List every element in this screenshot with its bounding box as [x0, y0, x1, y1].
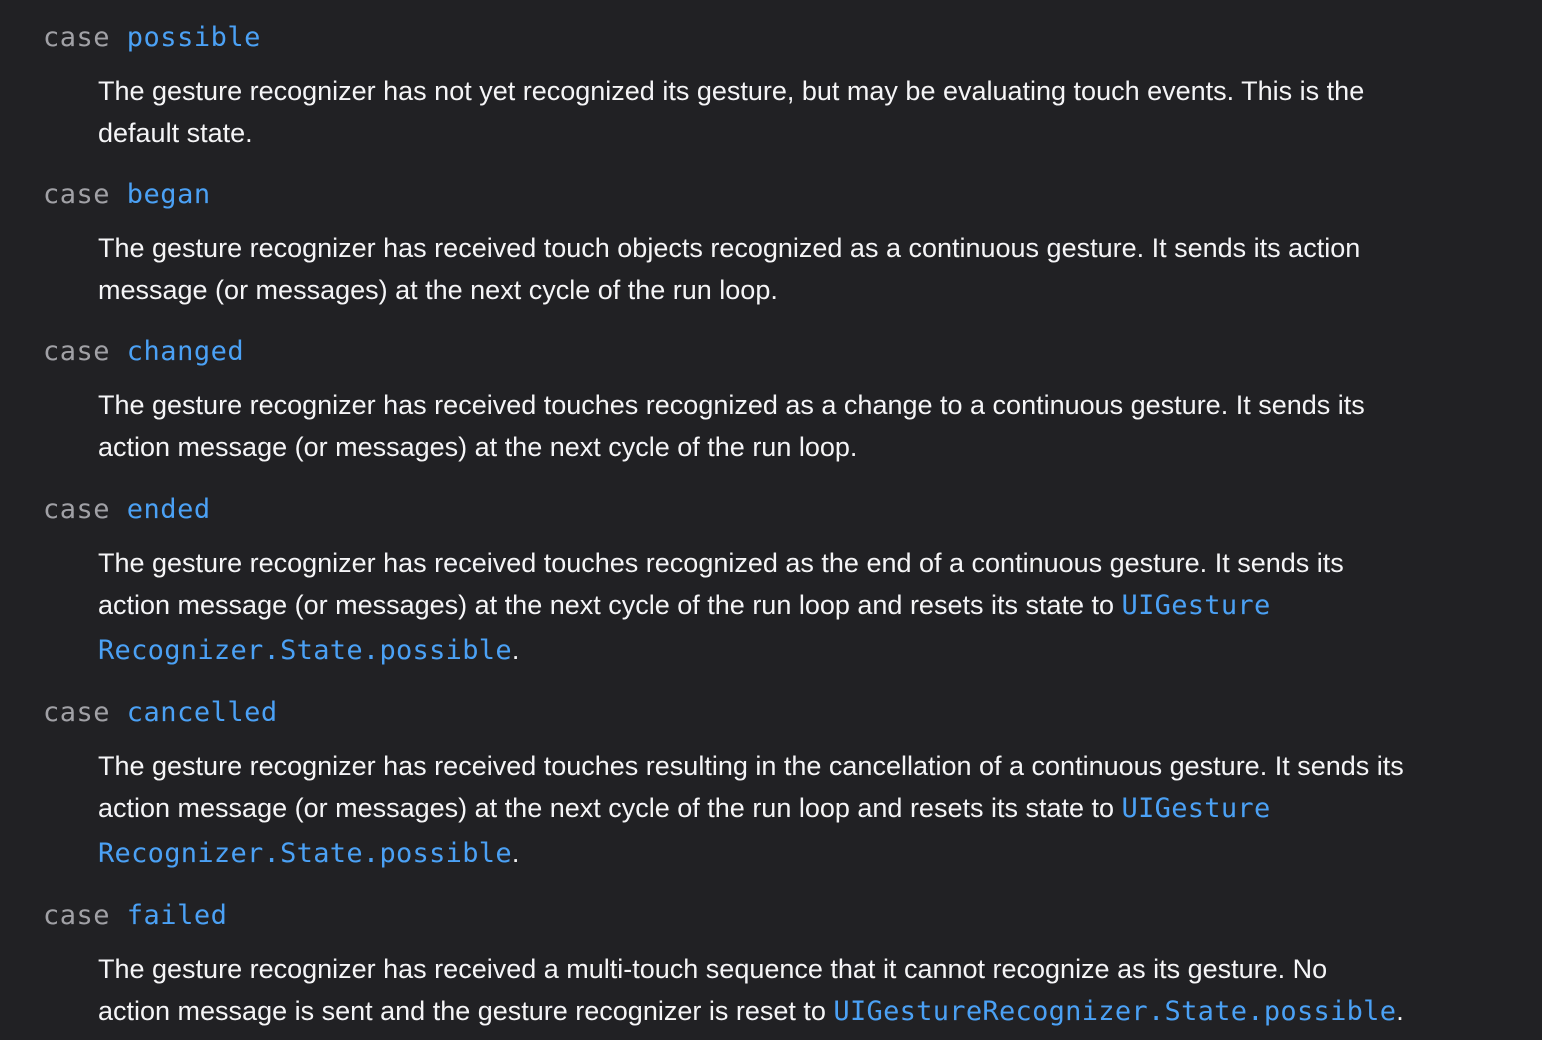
description-line: action message (or messages) at the next…: [98, 787, 1523, 830]
case-declaration: case ended: [43, 490, 211, 530]
case-keyword: case: [43, 697, 111, 728]
description-text: action message (or messages) at the next…: [98, 793, 1122, 823]
sentence-period: .: [511, 838, 520, 868]
case-keyword: case: [43, 494, 111, 525]
description-line: The gesture recognizer has not yet recog…: [98, 76, 1365, 106]
case-name-link[interactable]: changed: [127, 336, 244, 367]
state-possible-link-continued[interactable]: Recognizer.State.possible: [98, 635, 512, 666]
description-line: Recognizer.State.possible.: [98, 830, 1523, 877]
case-name-link[interactable]: failed: [127, 900, 228, 931]
case-name-link[interactable]: ended: [127, 494, 211, 525]
description-line: action message is sent and the gesture r…: [98, 990, 1523, 1033]
case-description: The gesture recognizer has received touc…: [98, 745, 1523, 877]
sentence-period: .: [511, 635, 520, 665]
description-line: action message (or messages) at the next…: [98, 584, 1523, 627]
state-possible-link[interactable]: UIGesture: [1122, 590, 1271, 621]
case-keyword: case: [43, 22, 111, 53]
description-line: default state.: [98, 118, 253, 148]
case-declaration: case possible: [43, 18, 261, 58]
case-description: The gesture recognizer has received touc…: [98, 542, 1523, 674]
description-text: action message (or messages) at the next…: [98, 590, 1122, 620]
documentation-page: { "cases": [ { "keyword": "case", "name"…: [0, 0, 1542, 1040]
case-name-link[interactable]: possible: [127, 22, 261, 53]
case-declaration: case cancelled: [43, 693, 278, 733]
case-description: The gesture recognizer has received a mu…: [98, 948, 1523, 1033]
state-possible-link[interactable]: UIGesture: [1122, 793, 1271, 824]
description-line: Recognizer.State.possible.: [98, 627, 1523, 674]
description-line: The gesture recognizer has received touc…: [98, 548, 1344, 578]
case-description: The gesture recognizer has received touc…: [98, 227, 1523, 311]
case-declaration: case failed: [43, 896, 227, 936]
description-line: The gesture recognizer has received touc…: [98, 390, 1365, 420]
description-line: The gesture recognizer has received touc…: [98, 233, 1361, 263]
description-line: The gesture recognizer has received touc…: [98, 751, 1404, 781]
description-text: action message is sent and the gesture r…: [98, 996, 834, 1026]
case-name-link[interactable]: cancelled: [127, 697, 278, 728]
case-description: The gesture recognizer has received touc…: [98, 384, 1523, 468]
description-line: message (or messages) at the next cycle …: [98, 275, 778, 305]
case-keyword: case: [43, 900, 111, 931]
case-keyword: case: [43, 336, 111, 367]
description-line: The gesture recognizer has received a mu…: [98, 954, 1328, 984]
case-name-link[interactable]: began: [127, 179, 211, 210]
case-description: The gesture recognizer has not yet recog…: [98, 70, 1523, 154]
case-declaration: case began: [43, 175, 211, 215]
case-declaration: case changed: [43, 332, 244, 372]
state-possible-link[interactable]: UIGestureRecognizer.State.possible: [833, 996, 1396, 1027]
sentence-period: .: [1396, 996, 1404, 1026]
description-line: action message (or messages) at the next…: [98, 432, 858, 462]
case-keyword: case: [43, 179, 111, 210]
state-possible-link-continued[interactable]: Recognizer.State.possible: [98, 838, 512, 869]
